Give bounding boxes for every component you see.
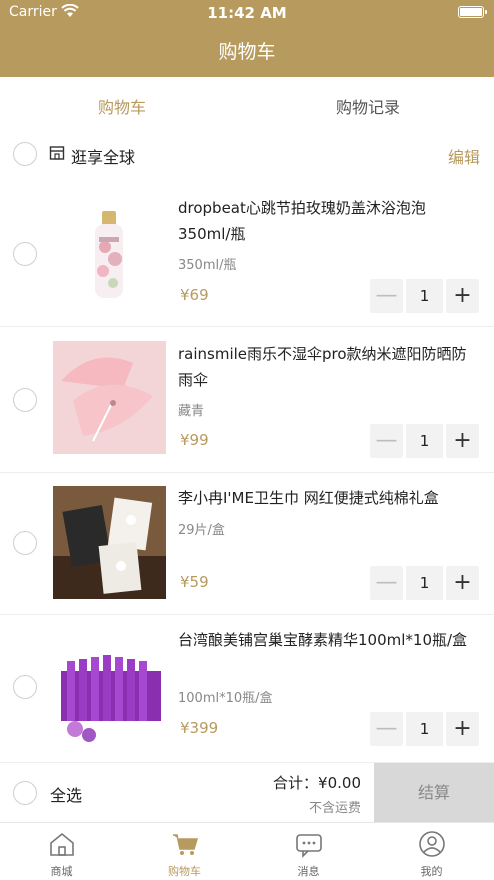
cart-icon xyxy=(173,834,199,855)
increase-button[interactable]: + xyxy=(446,424,479,458)
tab-mall-label: 商城 xyxy=(50,865,73,878)
product-image-body-wash xyxy=(53,197,166,310)
product-image-umbrella xyxy=(53,341,166,454)
tab-messages-label: 消息 xyxy=(297,865,320,878)
decrease-button[interactable]: — xyxy=(370,712,403,746)
quantity-stepper: — 1 + xyxy=(370,712,479,746)
shipping-note: 不含运费 xyxy=(308,801,361,816)
home-icon xyxy=(50,832,74,856)
product-spec: 100ml*10瓶/盒 xyxy=(178,691,273,706)
decrease-button[interactable]: — xyxy=(370,566,403,600)
increase-button[interactable]: + xyxy=(446,712,479,746)
product-spec: 藏青 xyxy=(178,404,205,419)
edit-button[interactable]: 编辑 xyxy=(448,144,480,168)
cart-item: 李小冉I'ME卫生巾 网红便捷式纯棉礼盒 29片/盒 ¥59 — 1 + xyxy=(0,473,494,615)
checkout-button[interactable]: 结算 xyxy=(374,763,494,823)
cart-tabs: 购物车 购物记录 xyxy=(0,77,494,130)
increase-button[interactable]: + xyxy=(446,566,479,600)
select-all-label[interactable]: 全选 xyxy=(50,782,82,806)
shop-select-checkbox[interactable] xyxy=(13,142,37,166)
user-icon xyxy=(419,831,445,857)
quantity-value[interactable]: 1 xyxy=(406,566,443,600)
tab-cart[interactable]: 购物车 xyxy=(98,94,146,118)
total-amount: 合计：¥0.00 xyxy=(273,774,361,792)
product-price: ¥69 xyxy=(180,286,209,304)
shop-name: 逛享全球 xyxy=(71,148,136,167)
cart-item: 台湾酿美铺宫巢宝酵素精华100ml*10瓶/盒 100ml*10瓶/盒 ¥399… xyxy=(0,615,494,762)
product-image-sanitary-pads xyxy=(53,486,166,599)
page-title: 购物车 xyxy=(218,41,276,63)
item-select-checkbox[interactable] xyxy=(13,242,37,266)
cart-item: rainsmile雨乐不湿伞pro款纳米遮阳防晒防雨伞 藏青 ¥99 — 1 + xyxy=(0,327,494,473)
product-price: ¥59 xyxy=(180,573,209,591)
product-spec: 350ml/瓶 xyxy=(178,258,237,273)
decrease-button[interactable]: — xyxy=(370,424,403,458)
quantity-stepper: — 1 + xyxy=(370,566,479,600)
product-price: ¥99 xyxy=(180,431,209,449)
bottom-tab-bar: 商城 购物车 消息 我的 xyxy=(0,822,494,880)
decrease-button[interactable]: — xyxy=(370,279,403,313)
status-bar: Carrier 11:42 AM xyxy=(0,0,494,26)
tab-purchase-history[interactable]: 购物记录 xyxy=(336,94,400,118)
product-image-enzyme-essence xyxy=(53,631,166,744)
tab-mall[interactable]: 商城 xyxy=(0,823,123,880)
product-price: ¥399 xyxy=(180,719,219,737)
tab-cart-nav[interactable]: 购物车 xyxy=(123,823,246,880)
tab-profile-label: 我的 xyxy=(420,865,443,878)
product-spec: 29片/盒 xyxy=(178,523,225,538)
item-select-checkbox[interactable] xyxy=(13,531,37,555)
quantity-stepper: — 1 + xyxy=(370,424,479,458)
quantity-value[interactable]: 1 xyxy=(406,712,443,746)
product-name[interactable]: 台湾酿美铺宫巢宝酵素精华100ml*10瓶/盒 xyxy=(178,627,476,653)
increase-button[interactable]: + xyxy=(446,279,479,313)
tab-cart-label: 购物车 xyxy=(168,865,201,878)
quantity-value[interactable]: 1 xyxy=(406,424,443,458)
product-name[interactable]: 李小冉I'ME卫生巾 网红便捷式纯棉礼盒 xyxy=(178,485,476,511)
item-select-checkbox[interactable] xyxy=(13,388,37,412)
product-name[interactable]: dropbeat心跳节拍玫瑰奶盖沐浴泡泡350ml/瓶 xyxy=(178,195,476,247)
product-name[interactable]: rainsmile雨乐不湿伞pro款纳米遮阳防晒防雨伞 xyxy=(178,341,476,393)
store-icon xyxy=(49,146,65,160)
cart-item: dropbeat心跳节拍玫瑰奶盖沐浴泡泡350ml/瓶 350ml/瓶 ¥69 … xyxy=(0,180,494,327)
battery-icon xyxy=(458,6,487,18)
status-time: 11:42 AM xyxy=(207,4,287,22)
select-all-checkbox[interactable] xyxy=(13,781,37,805)
checkout-bar: 全选 合计：¥0.00 不含运费 结算 xyxy=(0,762,494,823)
shop-header: 逛享全球 编辑 xyxy=(0,130,494,180)
message-icon xyxy=(296,834,322,858)
tab-profile[interactable]: 我的 xyxy=(370,823,493,880)
app-header: Carrier 11:42 AM 购物车 xyxy=(0,0,494,77)
item-select-checkbox[interactable] xyxy=(13,675,37,699)
tab-messages[interactable]: 消息 xyxy=(247,823,370,880)
quantity-value[interactable]: 1 xyxy=(406,279,443,313)
quantity-stepper: — 1 + xyxy=(370,279,479,313)
